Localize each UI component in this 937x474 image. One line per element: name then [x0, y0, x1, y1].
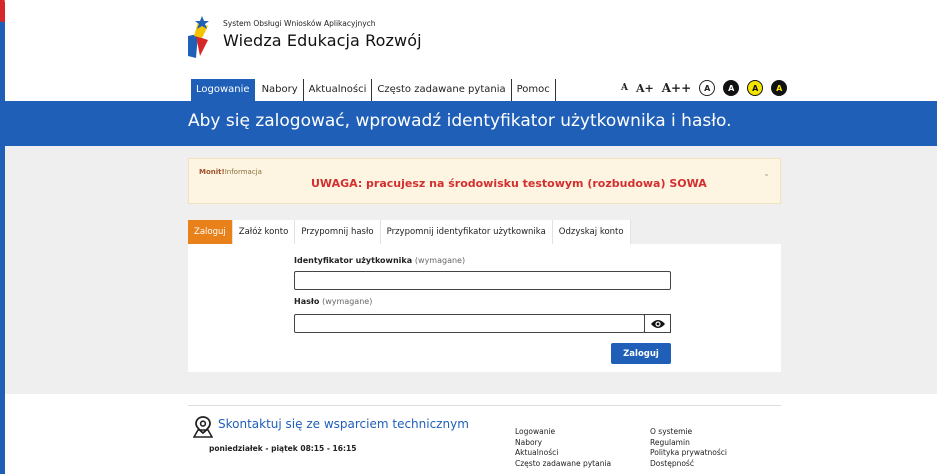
monit-label: Monit!: [199, 168, 225, 176]
font-size-large-button[interactable]: A+: [636, 82, 654, 95]
password-label-text: Hasło: [294, 297, 320, 306]
footer-link-regulamin[interactable]: Regulamin: [650, 438, 727, 449]
nav-item-pomoc[interactable]: Pomoc: [512, 79, 556, 101]
footer-link-dostepnosc[interactable]: Dostępność: [650, 459, 727, 470]
username-label: Identyfikator użytkownika (wymagane): [294, 256, 465, 265]
test-environment-warning: UWAGA: pracujesz na środowisku testowym …: [311, 177, 707, 190]
main-content: Monit!Informacja UWAGA: pracujesz na śro…: [5, 146, 937, 394]
password-required: (wymagane): [322, 297, 373, 306]
auth-tabs: Zaloguj Załóż konto Przypomnij hasło Prz…: [188, 220, 631, 244]
page-banner: Aby się zalogować, wprowadź identyfikato…: [5, 101, 937, 146]
username-input[interactable]: [294, 271, 671, 290]
username-label-text: Identyfikator użytkownika: [294, 256, 413, 265]
username-required: (wymagane): [414, 256, 466, 265]
tab-zaloz-konto[interactable]: Załóż konto: [232, 220, 296, 244]
nav-item-faq[interactable]: Często zadawane pytania: [372, 79, 512, 101]
footer-divider: [188, 405, 781, 406]
tab-przypomnij-haslo[interactable]: Przypomnij hasło: [295, 220, 381, 244]
notice-panel[interactable]: Monit!Informacja UWAGA: pracujesz na śro…: [188, 158, 781, 204]
footer-link-aktualnosci[interactable]: Aktualności: [515, 448, 611, 459]
support-title: Skontaktuj się ze wsparciem technicznym: [218, 417, 469, 431]
nav-item-aktualnosci[interactable]: Aktualności: [304, 79, 373, 101]
nav-item-logowanie[interactable]: Logowanie: [191, 79, 255, 101]
location-pin-icon: [193, 416, 213, 438]
notice-label: Monit!Informacja: [199, 168, 262, 176]
footer-link-polityka[interactable]: Polityka prywatności: [650, 448, 727, 459]
main-nav: Logowanie Nabory Aktualności Często zada…: [191, 79, 556, 101]
footer-link-nabory[interactable]: Nabory: [515, 438, 611, 449]
contrast-yellow-black-button[interactable]: A: [747, 80, 764, 96]
brand-name: Wiedza Edukacja Rozwój: [223, 31, 422, 50]
tab-odzyskaj-konto[interactable]: Odzyskaj konto: [552, 220, 631, 244]
tab-przypomnij-identyfikator[interactable]: Przypomnij identyfikator użytkownika: [380, 220, 553, 244]
font-size-xlarge-button[interactable]: A++: [662, 81, 691, 95]
login-button[interactable]: Zaloguj: [611, 343, 671, 364]
contrast-default-button[interactable]: A: [699, 80, 716, 96]
footer: Skontaktuj się ze wsparciem technicznym …: [5, 394, 937, 474]
show-password-button[interactable]: [644, 314, 671, 333]
contrast-black-white-button[interactable]: A: [723, 80, 740, 96]
login-form: Identyfikator użytkownika (wymagane) Has…: [188, 244, 781, 372]
footer-links-col1: Logowanie Nabory Aktualności Często zada…: [515, 427, 611, 469]
accessibility-controls: A A+ A++ A A A A: [621, 80, 788, 96]
footer-link-logowanie[interactable]: Logowanie: [515, 427, 611, 438]
tab-zaloguj[interactable]: Zaloguj: [188, 220, 233, 244]
footer-link-o-systemie[interactable]: O systemie: [650, 427, 727, 438]
eu-funds-logo-icon: [188, 16, 209, 58]
header: System Obsługi Wniosków Aplikacyjnych Wi…: [5, 0, 937, 116]
footer-link-faq[interactable]: Często zadawane pytania: [515, 459, 611, 470]
page-title: Aby się zalogować, wprowadź identyfikato…: [188, 111, 732, 131]
support-hours: poniedziałek - piątek 08:15 - 16:15: [209, 444, 357, 453]
password-input[interactable]: [294, 314, 645, 333]
system-title: System Obsługi Wniosków Aplikacyjnych: [223, 19, 376, 28]
contrast-black-yellow-button[interactable]: A: [771, 80, 788, 96]
info-label: Informacja: [224, 168, 262, 176]
footer-links-col2: O systemie Regulamin Polityka prywatnośc…: [650, 427, 727, 469]
font-size-normal-button[interactable]: A: [621, 83, 628, 93]
password-label: Hasło (wymagane): [294, 297, 372, 306]
nav-item-nabory[interactable]: Nabory: [257, 79, 304, 101]
chevron-down-icon[interactable]: ⌄: [763, 169, 770, 178]
eye-icon: [650, 319, 665, 328]
